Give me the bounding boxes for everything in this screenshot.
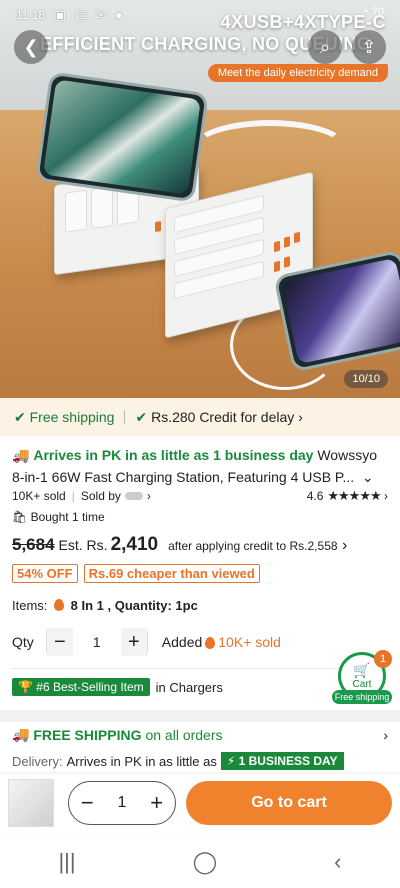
divider: | bbox=[71, 489, 75, 503]
discount-tags: 54% OFF Rs.69 cheaper than viewed bbox=[0, 564, 400, 583]
price-row[interactable]: 5,684 Est. Rs. 2,410 after applying cred… bbox=[0, 534, 400, 556]
cart-count-badge: 1 bbox=[374, 650, 392, 668]
cart-label: Cart bbox=[352, 679, 372, 690]
product-title[interactable]: 🚚 Arrives in PK in as little as 1 busine… bbox=[0, 444, 400, 488]
items-row[interactable]: Items: 8 In 1 , Quantity: 1pc bbox=[0, 598, 400, 613]
free-shipping-tail: on all orders bbox=[145, 726, 223, 743]
chevron-right-icon[interactable]: › bbox=[147, 489, 151, 503]
go-to-cart-button[interactable]: Go to cart bbox=[186, 781, 392, 825]
truck-icon: 🚚 bbox=[12, 447, 34, 463]
bag-icon: 🛍 bbox=[12, 510, 31, 524]
est-label: Est. Rs. bbox=[58, 537, 108, 553]
rating-stars-icon[interactable]: ★★★★★ bbox=[327, 488, 381, 504]
rating-value: 4.6 bbox=[306, 489, 324, 503]
delivery-row: Delivery: Arrives in PK in as little as … bbox=[0, 752, 400, 770]
sold-by-label[interactable]: Sold by bbox=[81, 489, 121, 503]
delivery-label: Delivery: bbox=[12, 753, 63, 769]
flame-icon bbox=[54, 599, 65, 611]
cheaper-tag: Rs.69 cheaper than viewed bbox=[83, 564, 260, 583]
cart-free-shipping: Free shipping bbox=[332, 690, 392, 704]
after-credit-text: after applying credit to Rs.2,558 bbox=[168, 539, 338, 553]
check-icon: ✔ bbox=[14, 408, 30, 425]
share-button[interactable]: ⇪ bbox=[352, 30, 386, 64]
chevron-right-icon: › bbox=[294, 409, 303, 425]
system-nav-bar: ||| ◯ ‹ bbox=[0, 836, 400, 888]
added-value: 10K+ sold bbox=[218, 634, 281, 650]
bought-text: Bought 1 time bbox=[30, 510, 105, 524]
chevron-right-icon[interactable]: › bbox=[381, 489, 388, 503]
flame-icon bbox=[205, 636, 216, 649]
truck-icon: 🚚 bbox=[12, 726, 34, 742]
bottom-action-bar: − 1 + Go to cart bbox=[0, 774, 400, 832]
items-value: 8 In 1 , Quantity: 1pc bbox=[70, 598, 198, 613]
status-icons: ▣ ▤ ✉ ● bbox=[54, 8, 126, 22]
best-selling-badge: 🏆 #6 Best-Selling Item bbox=[12, 678, 150, 696]
current-price: 2,410 bbox=[110, 534, 159, 555]
items-label: Items: bbox=[12, 598, 48, 613]
check-icon: ✔ bbox=[135, 408, 152, 425]
original-price: 5,684 bbox=[12, 535, 55, 554]
chevron-down-icon[interactable]: ⌄ bbox=[358, 469, 374, 485]
floating-cart-button[interactable]: 🛒 Cart 1 Free shipping bbox=[332, 650, 392, 710]
rating-row: 10K+ sold | Sold by › 4.6 ★★★★★ › bbox=[0, 488, 400, 504]
search-icon: ⌕ bbox=[319, 36, 331, 57]
seller-logo[interactable] bbox=[124, 492, 143, 500]
product-image-carousel[interactable]: 11:18 ▣ ▤ ✉ ● ◔ 70 4XUSB+4XTYPE-C EFFICI… bbox=[0, 0, 400, 398]
credit-label: Rs.280 Credit for delay bbox=[151, 409, 295, 425]
bottom-quantity-value[interactable]: 1 bbox=[118, 794, 127, 812]
bottom-quantity-stepper[interactable]: − 1 + bbox=[68, 781, 176, 825]
back-button[interactable]: ❮ bbox=[14, 30, 48, 64]
bought-row: 🛍 Bought 1 time bbox=[0, 510, 400, 524]
business-day-text: 1 BUSINESS DAY bbox=[238, 754, 338, 768]
divider bbox=[124, 410, 126, 424]
free-shipping-label: Free shipping bbox=[29, 409, 115, 425]
image-counter: 10/10 bbox=[344, 370, 388, 388]
product-thumbnail[interactable] bbox=[8, 779, 54, 827]
quantity-stepper[interactable]: − 1 + bbox=[45, 628, 148, 656]
image-phone-1 bbox=[35, 71, 209, 203]
chevron-right-icon[interactable]: › bbox=[338, 537, 347, 555]
hero-subline-badge: Meet the daily electricity demand bbox=[207, 64, 388, 82]
decrement-button[interactable]: − bbox=[46, 628, 73, 656]
share-icon: ⇪ bbox=[361, 36, 377, 57]
delivery-text: Arrives in PK in as little as bbox=[66, 753, 217, 769]
chevron-right-icon[interactable]: › bbox=[383, 727, 388, 743]
status-bar: 11:18 ▣ ▤ ✉ ● bbox=[16, 8, 125, 22]
free-shipping-title: FREE SHIPPING bbox=[33, 726, 142, 743]
increment-button[interactable]: + bbox=[120, 628, 147, 656]
recent-apps-icon[interactable]: ||| bbox=[58, 849, 75, 875]
free-shipping-row[interactable]: 🚚 FREE SHIPPING on all orders › bbox=[0, 726, 400, 743]
home-icon[interactable]: ◯ bbox=[193, 849, 218, 875]
best-category: in Chargers bbox=[155, 679, 223, 695]
bolt-icon: ⚡ bbox=[226, 754, 239, 768]
best-selling-text: #6 Best-Selling Item bbox=[36, 680, 144, 694]
sold-count: 10K+ sold bbox=[12, 489, 66, 503]
shipping-bar[interactable]: ✔ Free shipping ✔ Rs.280 Credit for dela… bbox=[0, 398, 400, 436]
added-label: Added bbox=[161, 634, 203, 650]
arrival-text: Arrives in PK in as little as 1 business… bbox=[33, 447, 314, 463]
hero-headline-1: 4XUSB+4XTYPE-C bbox=[220, 12, 386, 32]
section-band bbox=[0, 710, 400, 722]
quantity-value[interactable]: 1 bbox=[72, 628, 121, 656]
qty-label: Qty bbox=[12, 634, 34, 650]
status-time: 11:18 bbox=[16, 8, 46, 22]
chevron-left-icon: ❮ bbox=[23, 36, 39, 57]
increment-button[interactable]: + bbox=[150, 790, 163, 816]
business-day-badge: ⚡ 1 BUSINESS DAY bbox=[220, 752, 344, 770]
image-cable bbox=[190, 120, 350, 180]
discount-tag: 54% OFF bbox=[12, 564, 78, 583]
trophy-icon: 🏆 bbox=[18, 680, 37, 694]
decrement-button[interactable]: − bbox=[81, 790, 94, 816]
back-nav-icon[interactable]: ‹ bbox=[334, 849, 341, 875]
search-button[interactable]: ⌕ bbox=[308, 30, 342, 64]
